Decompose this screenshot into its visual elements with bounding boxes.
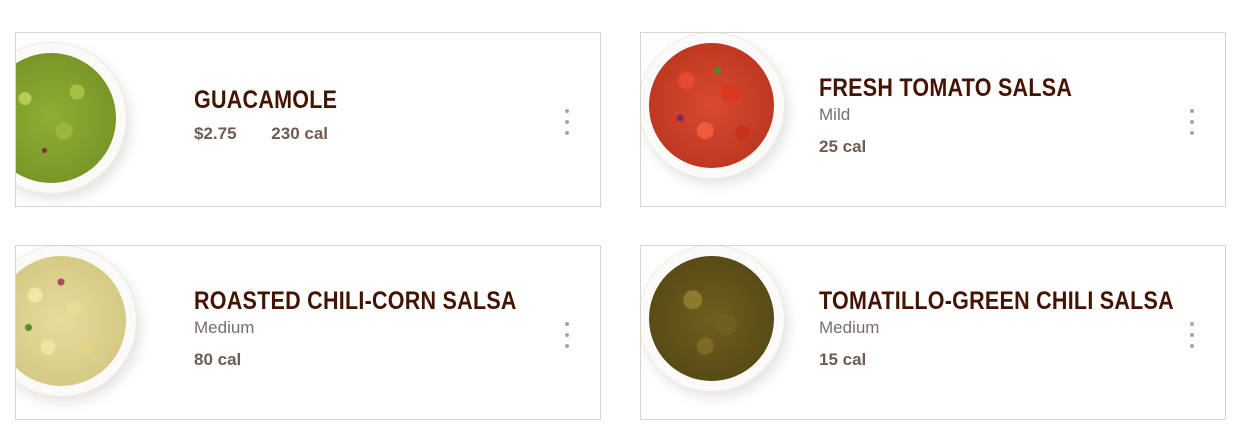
guacamole-bowl-image — [16, 43, 126, 193]
item-spice-level: Medium — [194, 318, 255, 337]
dot — [1190, 344, 1194, 348]
menu-item-grid: GUACAMOLE $2.75 230 cal FRESH TOMATO SAL… — [0, 0, 1245, 443]
menu-card-guacamole[interactable]: GUACAMOLE $2.75 230 cal — [15, 32, 601, 207]
dot — [565, 120, 569, 124]
item-info: TOMATILLO-GREEN CHILI SALSA Medium 15 ca… — [819, 286, 1225, 371]
item-meta: 15 cal — [819, 349, 1225, 371]
item-name: ROASTED CHILI-CORN SALSA — [194, 287, 517, 315]
menu-card-tomatillo-green-chili-salsa[interactable]: TOMATILLO-GREEN CHILI SALSA Medium 15 ca… — [640, 245, 1226, 420]
item-spice-level: Medium — [819, 318, 880, 337]
item-name: TOMATILLO-GREEN CHILI SALSA — [819, 287, 1174, 315]
more-options-icon[interactable] — [562, 322, 572, 348]
dot — [1190, 322, 1194, 326]
item-spice-level: Mild — [819, 105, 851, 124]
item-calories: 25 cal — [819, 137, 867, 156]
dot — [565, 333, 569, 337]
tomato-salsa-food — [649, 43, 774, 168]
item-calories: 230 cal — [271, 124, 329, 143]
more-options-icon[interactable] — [1187, 322, 1197, 348]
corn-salsa-bowl-image — [16, 246, 136, 396]
item-price: $2.75 — [194, 124, 237, 143]
item-calories: 15 cal — [819, 350, 867, 369]
item-info: GUACAMOLE $2.75 230 cal — [194, 85, 361, 145]
dot — [565, 344, 569, 348]
item-info: ROASTED CHILI-CORN SALSA Medium 80 cal — [194, 286, 569, 371]
item-info: FRESH TOMATO SALSA Mild 25 cal — [819, 73, 1113, 158]
dot — [1190, 333, 1194, 337]
menu-card-fresh-tomato-salsa[interactable]: FRESH TOMATO SALSA Mild 25 cal — [640, 32, 1226, 207]
more-options-icon[interactable] — [562, 109, 572, 135]
item-name: FRESH TOMATO SALSA — [819, 74, 1073, 102]
dot — [1190, 109, 1194, 113]
tomato-salsa-bowl-image — [641, 33, 784, 178]
item-name: GUACAMOLE — [194, 86, 338, 114]
dot — [565, 109, 569, 113]
dot — [1190, 120, 1194, 124]
item-meta: 25 cal — [819, 136, 1113, 158]
corn-salsa-food — [16, 256, 126, 386]
tomatillo-salsa-food — [649, 256, 774, 381]
more-options-icon[interactable] — [1187, 109, 1197, 135]
item-calories: 80 cal — [194, 350, 242, 369]
menu-card-roasted-chili-corn-salsa[interactable]: ROASTED CHILI-CORN SALSA Medium 80 cal — [15, 245, 601, 420]
guacamole-food — [16, 53, 116, 183]
item-meta: $2.75 230 cal — [194, 123, 361, 145]
dot — [565, 131, 569, 135]
dot — [565, 322, 569, 326]
item-meta: 80 cal — [194, 349, 569, 371]
dot — [1190, 131, 1194, 135]
tomatillo-salsa-bowl-image — [641, 246, 784, 391]
